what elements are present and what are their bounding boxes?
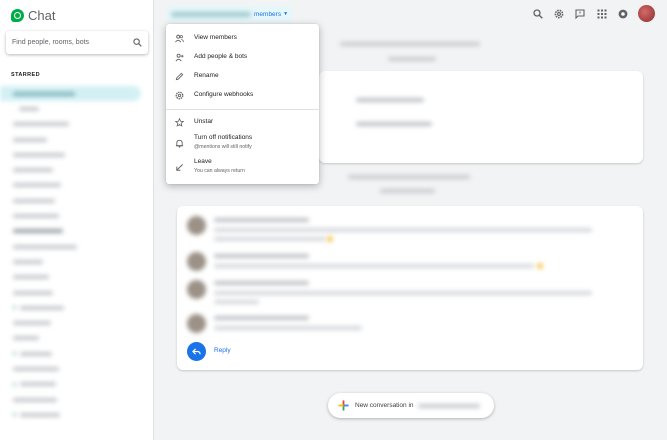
menu-item-label: Unstar (194, 118, 214, 125)
gear-icon (175, 91, 184, 100)
room-list (0, 86, 153, 423)
people-icon (175, 34, 184, 43)
search-icon[interactable] (133, 38, 142, 47)
menu-divider (166, 109, 319, 110)
menu-item-sublabel: You can always return (194, 168, 245, 174)
apps-grid-icon[interactable] (597, 9, 607, 19)
avatar (187, 314, 206, 333)
room-item[interactable] (0, 392, 153, 407)
avatar (187, 280, 206, 299)
chevron-down-icon: ▼ (283, 11, 289, 17)
menu-item-rename[interactable]: Rename (166, 71, 319, 85)
room-item[interactable] (0, 346, 153, 361)
date-subdivider (380, 189, 435, 193)
avatar (187, 216, 206, 235)
room-item[interactable] (0, 377, 153, 392)
room-options-menu: View members Add people & bots Rename Co… (166, 24, 319, 184)
feedback-icon[interactable] (575, 9, 585, 19)
room-item[interactable] (0, 224, 153, 239)
menu-item-turn-off-notifications[interactable]: Turn off notifications @mentions will st… (166, 134, 319, 156)
menu-item-label: View members (194, 34, 237, 41)
room-item[interactable] (0, 132, 153, 147)
sidebar: Chat Find people, rooms, bots STARRED (0, 0, 154, 440)
room-item[interactable] (0, 147, 153, 162)
menu-item-add-people[interactable]: Add people & bots (166, 52, 319, 66)
status-icon[interactable] (618, 9, 628, 19)
search-input[interactable]: Find people, rooms, bots (12, 39, 133, 46)
room-item[interactable] (0, 162, 153, 177)
date-divider (340, 42, 480, 46)
room-item[interactable] (0, 407, 153, 422)
room-item[interactable] (0, 101, 153, 116)
menu-item-sublabel: @mentions will still notify (194, 144, 252, 150)
thread-card (319, 71, 643, 163)
account-avatar[interactable] (638, 5, 655, 22)
app-name: Chat (28, 8, 56, 23)
add-person-icon (175, 53, 184, 62)
star-icon (175, 118, 184, 127)
date-divider (348, 175, 470, 179)
date-subdivider (388, 57, 436, 61)
bell-icon (175, 139, 184, 148)
room-item[interactable] (0, 239, 153, 254)
menu-item-label: Leave (194, 158, 212, 165)
room-item[interactable] (0, 270, 153, 285)
gear-icon[interactable] (554, 9, 564, 19)
room-item[interactable] (0, 117, 153, 132)
menu-item-label: Rename (194, 72, 219, 79)
reply-button[interactable] (187, 342, 206, 361)
room-item[interactable] (0, 254, 153, 269)
thread-card (177, 206, 643, 370)
menu-item-label: Configure webhooks (194, 91, 254, 98)
menu-item-unstar[interactable]: Unstar (166, 117, 319, 131)
room-item[interactable] (0, 300, 153, 315)
pencil-icon (175, 72, 184, 81)
room-item-active[interactable] (0, 86, 141, 102)
reply-arrow-icon (192, 348, 201, 355)
app-logo[interactable]: Chat (11, 8, 55, 23)
room-name (417, 403, 480, 408)
new-conversation-button[interactable]: New conversation in (328, 393, 494, 418)
menu-item-view-members[interactable]: View members (166, 33, 319, 47)
room-name (171, 11, 251, 17)
search-box[interactable]: Find people, rooms, bots (6, 31, 148, 54)
room-item[interactable] (0, 315, 153, 330)
plus-icon (338, 400, 349, 411)
room-title-dropdown[interactable]: members ▼ (167, 6, 293, 22)
room-item[interactable] (0, 285, 153, 300)
reply-label[interactable]: Reply (214, 347, 231, 354)
menu-item-leave[interactable]: Leave You can always return (166, 158, 319, 180)
room-item[interactable] (0, 208, 153, 223)
chat-logo-icon (11, 9, 24, 22)
room-item[interactable] (0, 361, 153, 376)
room-item[interactable] (0, 178, 153, 193)
avatar (187, 252, 206, 271)
search-icon[interactable] (533, 9, 543, 19)
room-item[interactable] (0, 193, 153, 208)
menu-item-configure-webhooks[interactable]: Configure webhooks (166, 90, 319, 104)
room-item[interactable] (0, 331, 153, 346)
new-conversation-label: New conversation in (355, 402, 414, 409)
menu-item-label: Add people & bots (194, 53, 248, 60)
starred-section-label: STARRED (11, 72, 40, 78)
members-label: members (254, 10, 282, 18)
menu-item-label: Turn off notifications (194, 134, 253, 141)
leave-arrow-icon (176, 163, 184, 171)
